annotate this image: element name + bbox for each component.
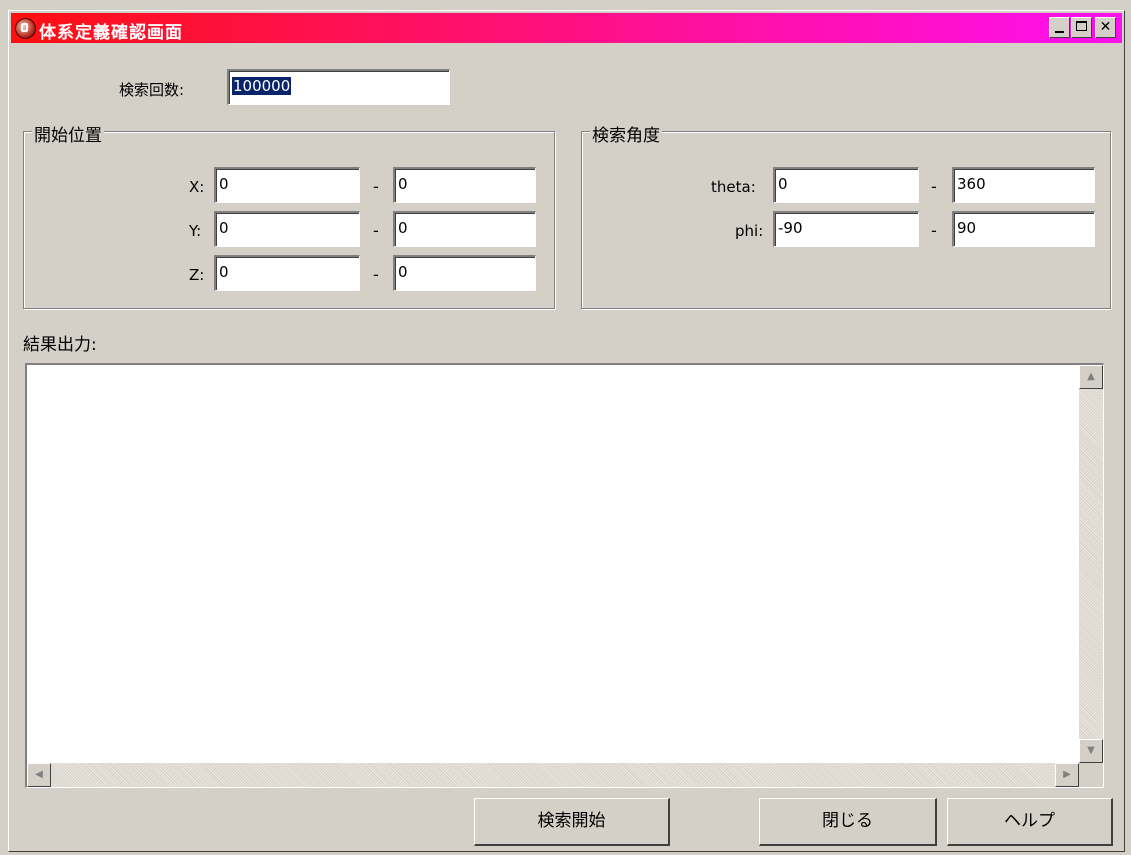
result-output-textarea[interactable]: ▲ ▼ ◀ ▶ — [25, 363, 1104, 788]
search-count-label: 検索回数: — [119, 81, 185, 99]
start-search-button[interactable]: 検索開始 — [474, 798, 670, 846]
phi-label: phi: — [735, 222, 764, 240]
phi-range-dash: - — [931, 221, 937, 240]
search-count-input[interactable]: 100000 — [227, 69, 450, 105]
theta-to-input[interactable]: 360 — [952, 167, 1095, 203]
close-button[interactable]: 閉じる — [759, 798, 937, 846]
x-from-input[interactable]: 0 — [214, 167, 360, 203]
z-from-input[interactable]: 0 — [214, 255, 360, 291]
scroll-right-button[interactable]: ▶ — [1055, 763, 1079, 787]
scroll-corner — [1079, 763, 1103, 787]
y-range-dash: - — [373, 221, 379, 240]
phi-to-input[interactable]: 90 — [952, 211, 1095, 247]
horizontal-scrollbar[interactable]: ◀ ▶ — [27, 763, 1079, 787]
theta-from-input[interactable]: 0 — [773, 167, 919, 203]
x-label: X: — [189, 178, 205, 196]
title-bar[interactable]: 体系定義確認画面 ✕ — [11, 13, 1122, 43]
help-button[interactable]: ヘルプ — [947, 798, 1113, 846]
z-range-dash: - — [373, 265, 379, 284]
z-to-input[interactable]: 0 — [393, 255, 536, 291]
x-to-input[interactable]: 0 — [393, 167, 536, 203]
window-title: 体系定義確認画面 — [39, 23, 183, 43]
dialog-window: 体系定義確認画面 ✕ 検索回数: 100000 開始位置 X: 0 - 0 Y:… — [8, 10, 1125, 852]
search-count-value: 100000 — [232, 77, 292, 95]
minimize-button[interactable] — [1049, 17, 1070, 38]
vertical-scrollbar[interactable]: ▲ ▼ — [1079, 365, 1103, 763]
app-icon — [15, 18, 36, 39]
scroll-down-arrow-icon: ▼ — [1087, 745, 1095, 756]
theta-label: theta: — [711, 178, 756, 196]
phi-from-input[interactable]: -90 — [773, 211, 919, 247]
theta-range-dash: - — [931, 177, 937, 196]
y-label: Y: — [189, 222, 202, 240]
scroll-left-arrow-icon: ◀ — [35, 769, 43, 780]
y-from-input[interactable]: 0 — [214, 211, 360, 247]
maximize-button[interactable] — [1071, 17, 1092, 38]
scroll-down-button[interactable]: ▼ — [1079, 739, 1103, 763]
maximize-icon — [1076, 21, 1087, 31]
z-label: Z: — [189, 266, 205, 284]
result-output-label: 結果出力: — [23, 335, 97, 355]
scroll-up-arrow-icon: ▲ — [1087, 371, 1095, 382]
search-angle-legend: 検索角度 — [590, 121, 662, 146]
y-to-input[interactable]: 0 — [393, 211, 536, 247]
scroll-left-button[interactable]: ◀ — [27, 763, 51, 787]
scroll-right-arrow-icon: ▶ — [1063, 769, 1071, 780]
close-icon: ✕ — [1099, 19, 1112, 35]
start-position-legend: 開始位置 — [32, 121, 104, 146]
x-range-dash: - — [373, 177, 379, 196]
minimize-icon — [1055, 31, 1064, 33]
close-window-button[interactable]: ✕ — [1095, 17, 1116, 38]
scroll-up-button[interactable]: ▲ — [1079, 365, 1103, 389]
